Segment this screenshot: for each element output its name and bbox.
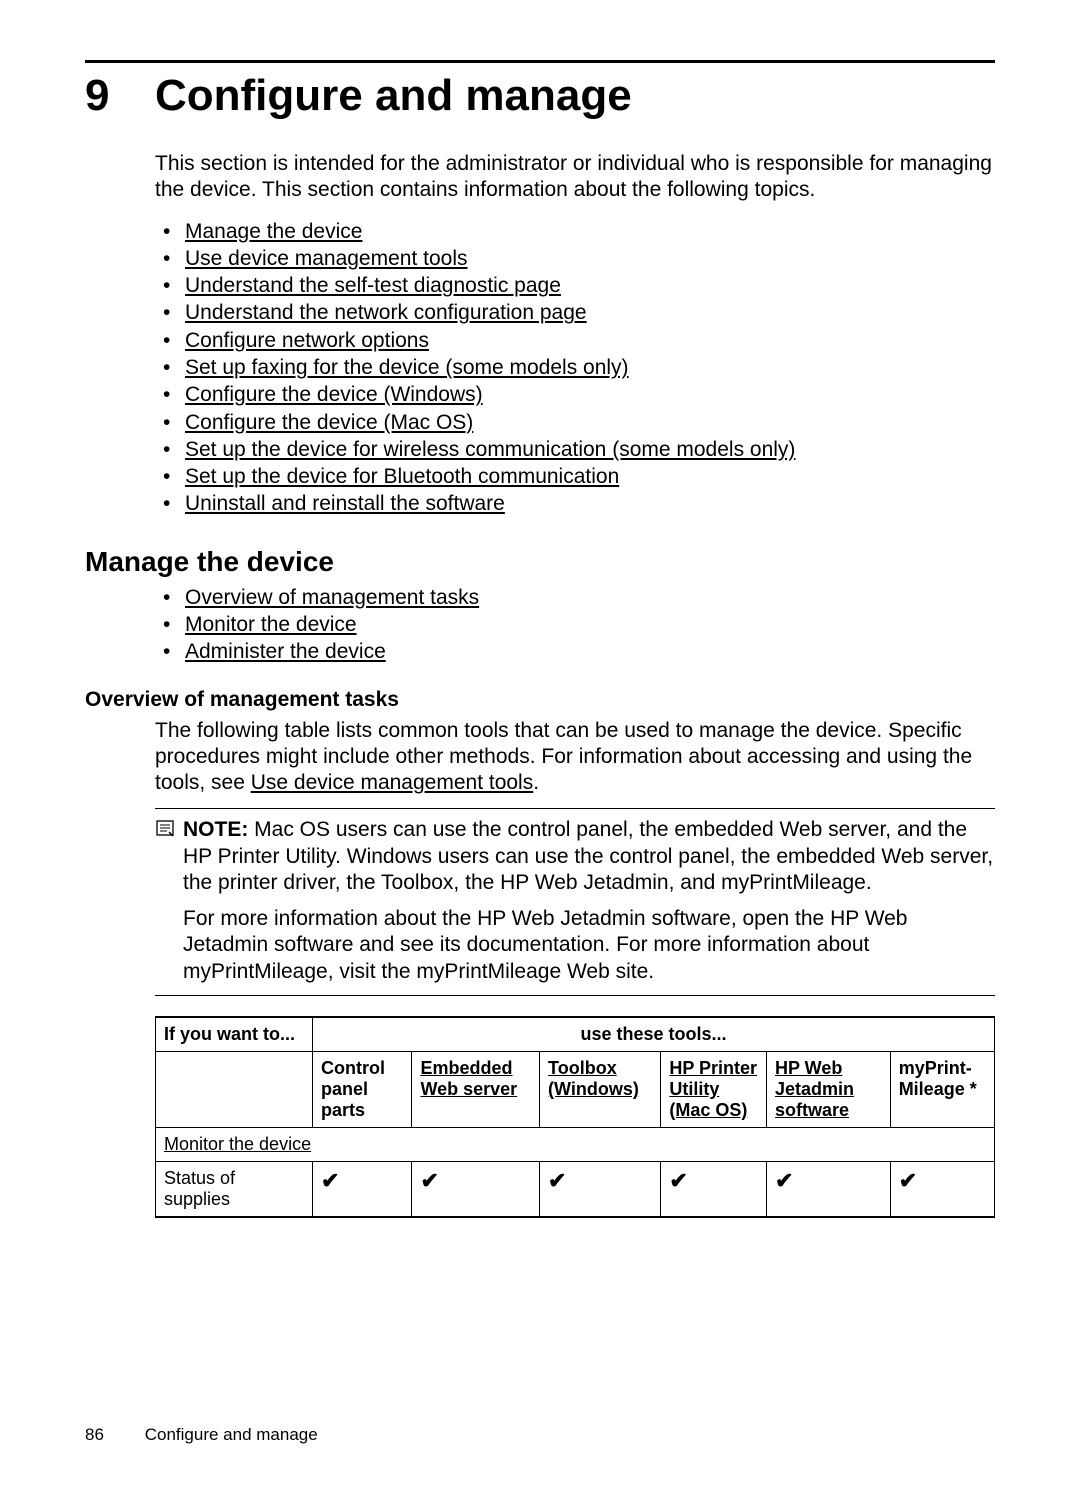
overview-paragraph: The following table lists common tools t… — [155, 718, 995, 797]
note-label: NOTE: — [183, 818, 248, 841]
check-icon: ✔ — [548, 1168, 566, 1193]
subtopic-link[interactable]: Monitor the device — [185, 613, 357, 636]
topic-link[interactable]: Set up the device for Bluetooth communic… — [185, 465, 619, 488]
note-icon — [155, 817, 183, 844]
tools-table: If you want to... use these tools... Con… — [155, 1016, 995, 1218]
col-link[interactable]: Toolbox (Windows) — [548, 1058, 639, 1099]
row-cell: ✔ — [313, 1161, 412, 1217]
topic-link[interactable]: Configure the device (Windows) — [185, 383, 483, 406]
chapter-number: 9 — [85, 71, 155, 121]
check-icon: ✔ — [669, 1168, 687, 1193]
table-col: Control panel parts — [313, 1051, 412, 1127]
table-col: HP Printer Utility (Mac OS) — [661, 1051, 767, 1127]
col-text: myPrint-Mileage * — [899, 1058, 977, 1099]
table-header-left: If you want to... — [156, 1017, 313, 1052]
table-section-row: Monitor the device — [156, 1127, 995, 1161]
topics-list: Manage the device Use device management … — [155, 218, 995, 518]
topic-link[interactable]: Set up the device for wireless communica… — [185, 438, 795, 461]
col-link[interactable]: Embedded Web server — [420, 1058, 517, 1099]
topic-link[interactable]: Understand the self-test diagnostic page — [185, 274, 561, 297]
chapter-rule — [85, 60, 995, 63]
note-body: Mac OS users can use the control panel, … — [183, 818, 993, 894]
table-col: myPrint-Mileage * — [890, 1051, 994, 1127]
topic-link[interactable]: Understand the network configuration pag… — [185, 301, 587, 324]
table-col: Embedded Web server — [412, 1051, 540, 1127]
topic-link[interactable]: Set up faxing for the device (some model… — [185, 356, 629, 379]
page-footer: 86 Configure and manage — [85, 1425, 318, 1445]
col-link[interactable]: HP Printer Utility (Mac OS) — [669, 1058, 757, 1120]
chapter-title: Configure and manage — [155, 71, 632, 121]
check-icon: ✔ — [775, 1168, 793, 1193]
document-page: 9 Configure and manage This section is i… — [0, 0, 1080, 1495]
note-text-1: NOTE: Mac OS users can use the control p… — [183, 817, 995, 896]
overview-text-after: . — [533, 771, 539, 794]
manage-subtopics-list: Overview of management tasks Monitor the… — [155, 584, 995, 666]
row-cell: ✔ — [890, 1161, 994, 1217]
topic-link[interactable]: Configure the device (Mac OS) — [185, 411, 473, 434]
chapter-heading: 9 Configure and manage — [85, 71, 995, 121]
check-icon: ✔ — [321, 1168, 339, 1193]
table-col-blank — [156, 1051, 313, 1127]
subsection-heading-overview: Overview of management tasks — [85, 688, 995, 712]
row-cell: ✔ — [540, 1161, 661, 1217]
footer-chapter-title: Configure and manage — [145, 1425, 318, 1444]
topic-link[interactable]: Uninstall and reinstall the software — [185, 492, 505, 515]
footer-page-number: 86 — [85, 1425, 140, 1445]
topic-link[interactable]: Use device management tools — [185, 247, 468, 270]
check-icon: ✔ — [420, 1168, 438, 1193]
table-col: Toolbox (Windows) — [540, 1051, 661, 1127]
overview-inline-link[interactable]: Use device management tools — [251, 771, 534, 794]
subtopic-link[interactable]: Overview of management tasks — [185, 586, 479, 609]
topic-link[interactable]: Manage the device — [185, 220, 362, 243]
row-cell: ✔ — [767, 1161, 891, 1217]
check-icon: ✔ — [899, 1168, 917, 1193]
note-text-2: For more information about the HP Web Je… — [183, 906, 995, 985]
intro-paragraph: This section is intended for the adminis… — [155, 151, 995, 204]
table-row: Status of supplies ✔ ✔ ✔ ✔ ✔ ✔ — [156, 1161, 995, 1217]
subtopic-link[interactable]: Administer the device — [185, 640, 386, 663]
topic-link[interactable]: Configure network options — [185, 329, 429, 352]
section-row-link[interactable]: Monitor the device — [164, 1134, 311, 1154]
table-col: HP Web Jetadmin software — [767, 1051, 891, 1127]
note-block: NOTE: Mac OS users can use the control p… — [155, 808, 995, 996]
row-label: Status of supplies — [156, 1161, 313, 1217]
row-cell: ✔ — [412, 1161, 540, 1217]
section-heading-manage: Manage the device — [85, 546, 995, 578]
col-link[interactable]: HP Web Jetadmin software — [775, 1058, 854, 1120]
row-cell: ✔ — [661, 1161, 767, 1217]
table-header-right: use these tools... — [313, 1017, 995, 1052]
col-text: Control panel parts — [321, 1058, 385, 1120]
